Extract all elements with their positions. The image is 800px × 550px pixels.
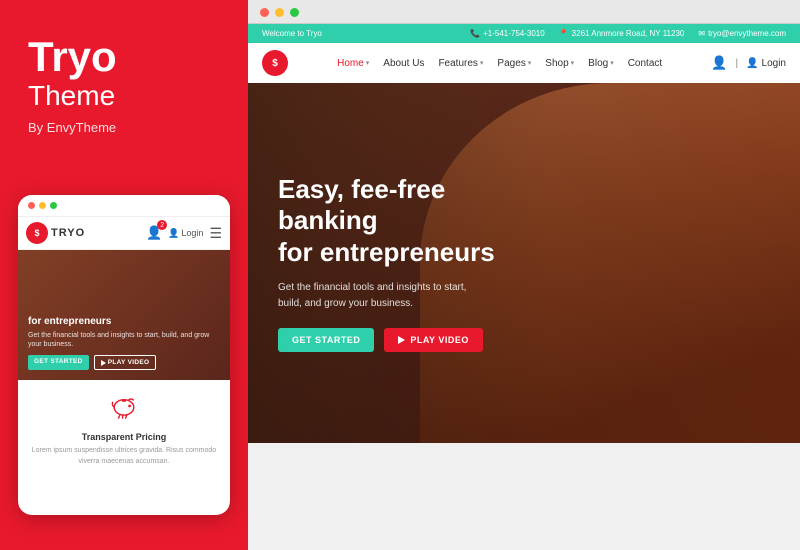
topbar-contact-info: 📞 +1-541-754-3010 📍 3261 Annmore Road, N… bbox=[470, 29, 786, 38]
hero-buttons: GET STARTED PLAY VIDEO bbox=[278, 328, 498, 352]
nav-blog[interactable]: Blog ▾ bbox=[588, 58, 614, 69]
mobile-feature-text: Lorem ipsum suspendisse ultrices gravida… bbox=[28, 446, 220, 467]
site-hero: Easy, fee-free banking for entrepreneurs… bbox=[248, 83, 800, 443]
brand-by: By EnvyTheme bbox=[28, 120, 220, 135]
site-logo[interactable]: $ bbox=[262, 50, 288, 76]
topbar-welcome: Welcome to Tryo bbox=[262, 29, 322, 38]
nav-user-icon[interactable]: 👤 bbox=[711, 55, 727, 71]
left-panel: Tryo Theme By EnvyTheme $ TRYO 👤 2 👤 bbox=[0, 0, 248, 550]
hero-subtitle: Get the financial tools and insights to … bbox=[278, 280, 498, 312]
mobile-hero-title: for entrepreneurs bbox=[28, 315, 220, 328]
site-topbar: Welcome to Tryo 📞 +1-541-754-3010 📍 3261… bbox=[248, 24, 800, 43]
blog-chevron-icon: ▾ bbox=[610, 59, 614, 67]
mobile-play-video-button[interactable]: PLAY VIDEO bbox=[94, 355, 157, 370]
mobile-logo-text: TRYO bbox=[51, 227, 85, 239]
hero-content: Easy, fee-free banking for entrepreneurs… bbox=[248, 174, 528, 352]
nav-contact[interactable]: Contact bbox=[628, 58, 662, 69]
mobile-feature-section: Transparent Pricing Lorem ipsum suspendi… bbox=[18, 380, 230, 475]
site-logo-icon: $ bbox=[262, 50, 288, 76]
nav-right: 👤 | 👤 Login bbox=[711, 55, 786, 71]
nav-links: Home ▾ About Us Features ▾ Pages ▾ Shop … bbox=[337, 58, 662, 69]
hero-title: Easy, fee-free banking for entrepreneurs bbox=[278, 174, 498, 268]
mobile-titlebar bbox=[18, 195, 230, 217]
phone-icon: 📞 bbox=[470, 29, 480, 38]
mobile-hero-buttons: GET STARTED PLAY VIDEO bbox=[28, 355, 220, 370]
browser-titlebar bbox=[248, 0, 800, 24]
piggy-bank-icon bbox=[28, 392, 220, 427]
nav-divider: | bbox=[735, 58, 738, 69]
topbar-email: ✉ tryo@envytheme.com bbox=[698, 29, 786, 38]
mobile-user-icon[interactable]: 👤 2 bbox=[146, 225, 162, 241]
mobile-maximize-dot bbox=[50, 202, 57, 209]
nav-features[interactable]: Features ▾ bbox=[438, 58, 483, 69]
mobile-badge: 2 bbox=[157, 220, 167, 230]
right-panel: Welcome to Tryo 📞 +1-541-754-3010 📍 3261… bbox=[248, 0, 800, 550]
browser-maximize-dot[interactable] bbox=[290, 8, 299, 17]
mobile-hero: for entrepreneurs Get the financial tool… bbox=[18, 250, 230, 380]
brand-subtitle: Theme bbox=[28, 80, 220, 112]
play-video-button[interactable]: PLAY VIDEO bbox=[384, 328, 483, 352]
browser-body: Welcome to Tryo 📞 +1-541-754-3010 📍 3261… bbox=[248, 24, 800, 544]
mobile-get-started-button[interactable]: GET STARTED bbox=[28, 355, 89, 370]
get-started-button[interactable]: GET STARTED bbox=[278, 328, 374, 352]
nav-pages[interactable]: Pages ▾ bbox=[497, 58, 531, 69]
mobile-hero-subtitle: Get the financial tools and insights to … bbox=[28, 331, 220, 349]
pages-chevron-icon: ▾ bbox=[528, 59, 532, 67]
shop-chevron-icon: ▾ bbox=[571, 59, 575, 67]
topbar-address: 📍 3261 Annmore Road, NY 11230 bbox=[559, 29, 685, 38]
brand-title: Tryo bbox=[28, 36, 220, 78]
mobile-login-icon: 👤 bbox=[168, 228, 179, 239]
nav-login-person-icon: 👤 bbox=[746, 58, 758, 69]
features-chevron-icon: ▾ bbox=[480, 59, 484, 67]
topbar-phone: 📞 +1-541-754-3010 bbox=[470, 29, 545, 38]
email-icon: ✉ bbox=[698, 29, 705, 38]
mobile-menu-icon[interactable]: ☰ bbox=[209, 225, 222, 242]
browser-close-dot[interactable] bbox=[260, 8, 269, 17]
mobile-topbar: $ TRYO 👤 2 👤 Login ☰ bbox=[18, 217, 230, 250]
mobile-logo: $ TRYO bbox=[26, 222, 85, 244]
mobile-mockup: $ TRYO 👤 2 👤 Login ☰ for entrepreneurs G… bbox=[18, 195, 230, 515]
nav-home[interactable]: Home ▾ bbox=[337, 58, 369, 69]
nav-shop[interactable]: Shop ▾ bbox=[545, 58, 574, 69]
mobile-feature-title: Transparent Pricing bbox=[28, 432, 220, 442]
nav-about[interactable]: About Us bbox=[383, 58, 424, 69]
nav-login-button[interactable]: 👤 Login bbox=[746, 58, 786, 69]
play-icon bbox=[398, 336, 405, 344]
mobile-minimize-dot bbox=[39, 202, 46, 209]
browser-minimize-dot[interactable] bbox=[275, 8, 284, 17]
mobile-nav-right: 👤 2 👤 Login ☰ bbox=[146, 225, 222, 242]
mobile-login-button[interactable]: 👤 Login bbox=[168, 228, 203, 239]
mobile-play-icon bbox=[101, 360, 106, 366]
site-nav: $ Home ▾ About Us Features ▾ Pages ▾ bbox=[248, 43, 800, 83]
home-chevron-icon: ▾ bbox=[366, 59, 370, 67]
mobile-logo-icon: $ bbox=[26, 222, 48, 244]
location-icon: 📍 bbox=[559, 29, 569, 38]
mobile-close-dot bbox=[28, 202, 35, 209]
